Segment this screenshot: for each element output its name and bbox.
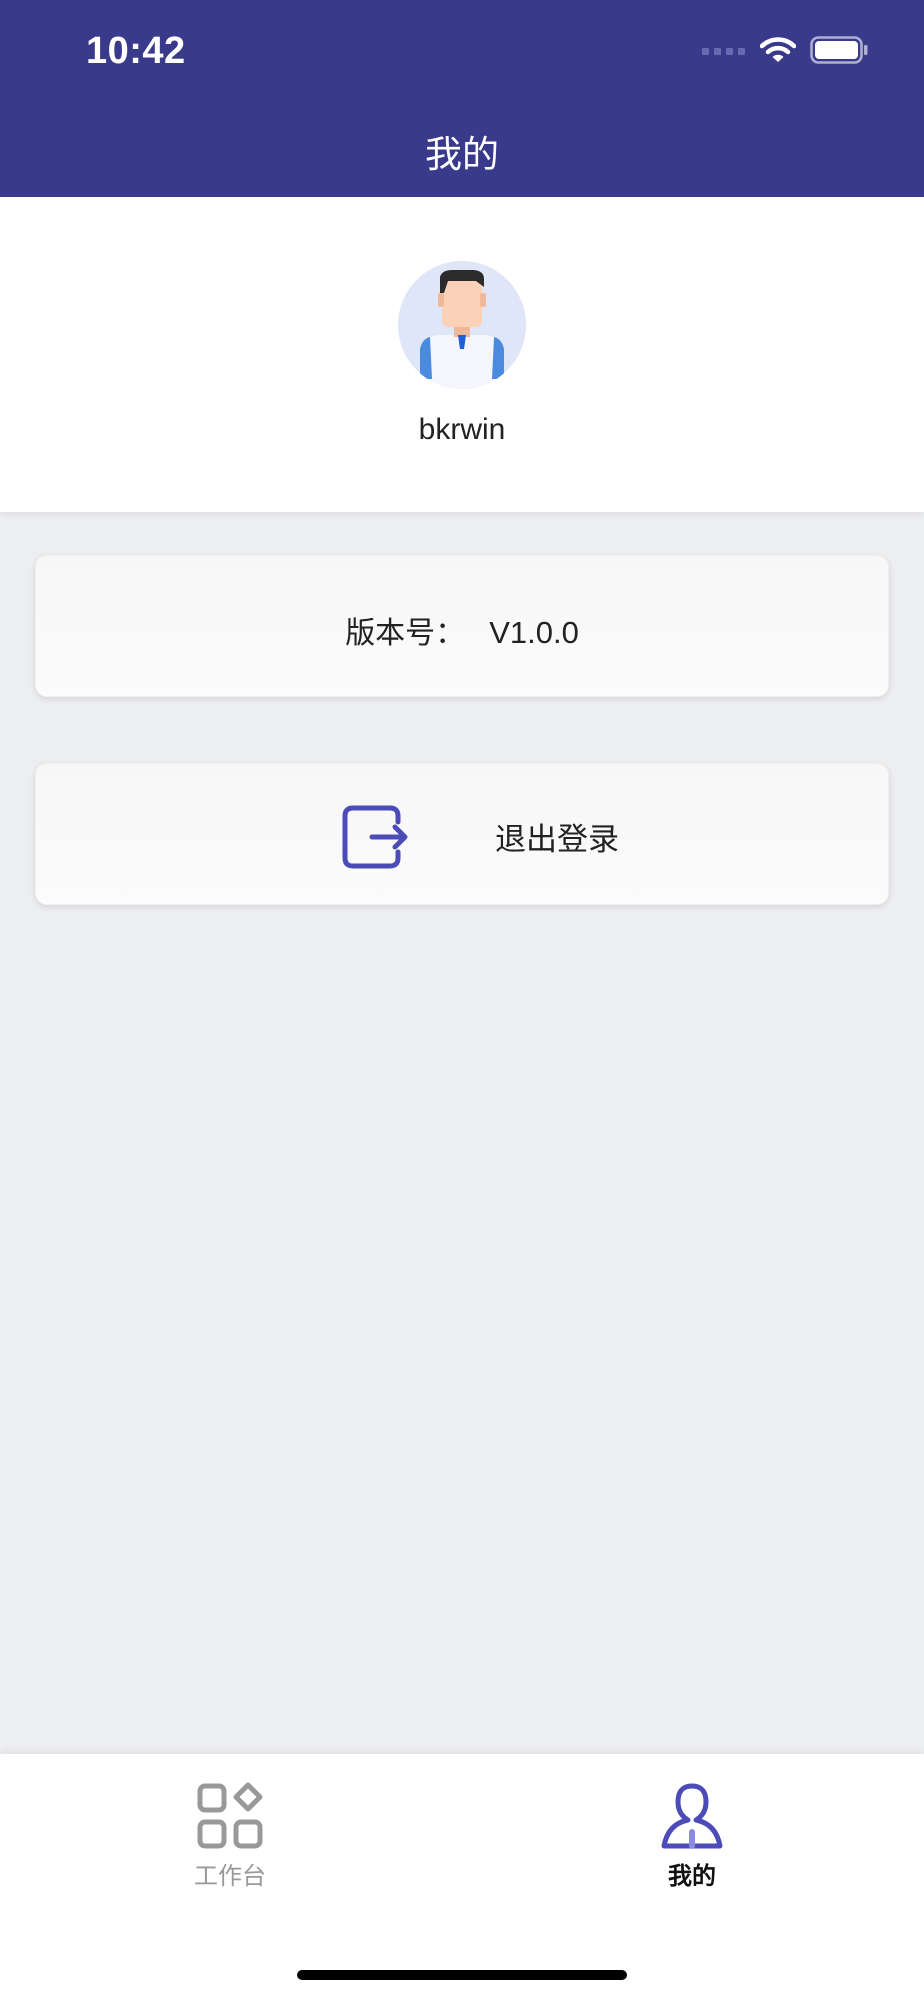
tab-mine[interactable]: 我的 [612,1782,772,1902]
home-indicator [297,1970,627,1980]
app-header: 10:42 我的 [0,0,924,197]
status-time: 10:42 [86,30,186,72]
avatar[interactable] [398,261,526,389]
profile-section: bkrwin [0,197,924,512]
user-icon [661,1783,723,1849]
logout-label: 退出登录 [495,822,619,858]
tab-workbench-label: 工作台 [194,1862,266,1890]
version-card: 版本号： V1.0.0 [35,555,889,697]
battery-icon [810,36,868,64]
logout-icon [342,805,408,869]
status-icons [702,36,868,64]
page-title: 我的 [425,133,499,176]
wifi-icon [760,37,796,62]
version-value: V1.0.0 [489,615,579,650]
tab-workbench[interactable]: 工作台 [150,1782,310,1902]
grid-icon [197,1782,263,1849]
tab-mine-label: 我的 [668,1862,716,1890]
version-row: 版本号： V1.0.0 [36,608,888,652]
logout-button[interactable]: 退出登录 [35,763,889,905]
tab-bar: 工作台 我的 [0,1754,924,2000]
signal-icon [702,48,745,55]
user-avatar-icon [398,261,526,389]
username: bkrwin [418,413,506,446]
version-label: 版本号： [345,616,466,651]
